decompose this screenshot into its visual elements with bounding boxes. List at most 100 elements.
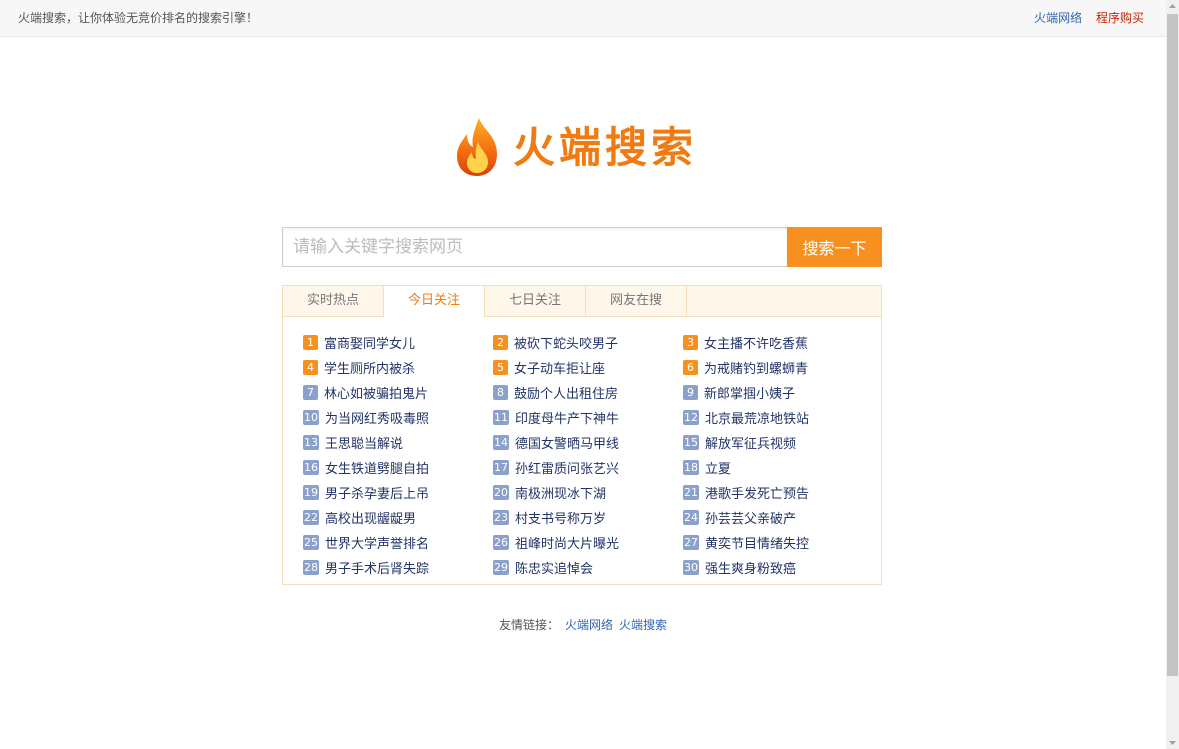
hot-item-label: 男子杀孕妻后上吊	[325, 487, 430, 502]
hot-list-item[interactable]: 4 学生厕所内被杀	[303, 355, 493, 380]
rank-badge: 2	[493, 335, 508, 350]
hot-list-item[interactable]: 2 被砍下蛇头咬男子	[493, 330, 683, 355]
rank-badge: 8	[493, 385, 508, 400]
hot-list-item[interactable]: 10 为当网红秀吸毒照	[303, 405, 493, 430]
hot-item-label: 南极洲现冰下湖	[515, 487, 607, 502]
rank-badge: 14	[493, 435, 509, 450]
rank-badge: 22	[303, 510, 319, 525]
hot-list-item[interactable]: 26 祖峰时尚大片曝光	[493, 530, 683, 555]
network-link[interactable]: 火端网络	[1034, 11, 1082, 25]
friend-links-label: 友情链接：	[498, 618, 559, 632]
hot-list-item[interactable]: 23 村支书号称万岁	[493, 505, 683, 530]
hot-list-item[interactable]: 14 德国女警晒马甲线	[493, 430, 683, 455]
hot-list-item[interactable]: 20 南极洲现冰下湖	[493, 480, 683, 505]
rank-badge: 4	[303, 360, 318, 375]
hot-item-label: 王思聪当解说	[325, 437, 404, 452]
hot-list-item[interactable]: 17 孙红雷质问张艺兴	[493, 455, 683, 480]
rank-badge: 20	[493, 485, 509, 500]
hot-list-item[interactable]: 22 高校出现龌龊男	[303, 505, 493, 530]
hot-item-label: 强生爽身粉致癌	[705, 562, 797, 577]
rank-badge: 27	[683, 535, 699, 550]
hot-item-label: 为戒赌钓到螺蛳青	[704, 362, 809, 377]
hot-list-item[interactable]: 5 女子动车拒让座	[493, 355, 683, 380]
hot-list-item[interactable]: 8 鼓励个人出租住房	[493, 380, 683, 405]
vertical-scrollbar[interactable]	[1166, 0, 1179, 749]
hot-list-item[interactable]: 24 孙芸芸父亲破产	[683, 505, 873, 530]
hot-item-label: 北京最荒凉地铁站	[705, 412, 810, 427]
hot-list-item[interactable]: 19 男子杀孕妻后上吊	[303, 480, 493, 505]
hot-item-label: 林心如被骗拍鬼片	[324, 387, 429, 402]
hot-list-item[interactable]: 6 为戒赌钓到螺蛳青	[683, 355, 873, 380]
tab-users-searching[interactable]: 网友在搜	[586, 286, 687, 316]
hot-item-label: 富商娶同学女儿	[324, 337, 416, 352]
rank-badge: 16	[303, 460, 319, 475]
hot-list-item[interactable]: 28 男子手术后肾失踪	[303, 555, 493, 580]
rank-badge: 26	[493, 535, 509, 550]
tab-seven-day-focus[interactable]: 七日关注	[485, 286, 586, 316]
rank-badge: 18	[683, 460, 699, 475]
site-tagline: 火端搜索，让你体验无竞价排名的搜索引擎！	[18, 11, 259, 25]
search-input[interactable]	[282, 227, 787, 267]
top-links: 火端网络 程序购买	[1024, 0, 1144, 36]
hot-list-item[interactable]: 27 黄奕节目情绪失控	[683, 530, 873, 555]
rank-badge: 1	[303, 335, 318, 350]
hot-item-label: 学生厕所内被杀	[324, 362, 416, 377]
hot-list-item[interactable]: 3 女主播不许吃香蕉	[683, 330, 873, 355]
rank-badge: 24	[683, 510, 699, 525]
hot-list-item[interactable]: 30 强生爽身粉致癌	[683, 555, 873, 580]
tab-today-focus[interactable]: 今日关注	[384, 286, 485, 317]
hot-list-item[interactable]: 15 解放军征兵视频	[683, 430, 873, 455]
hot-item-label: 港歌手发死亡预告	[705, 487, 810, 502]
flame-icon	[457, 118, 497, 176]
hot-item-label: 男子手术后肾失踪	[325, 562, 430, 577]
rank-badge: 15	[683, 435, 699, 450]
logo-text: 火端搜索	[513, 123, 698, 172]
rank-badge: 10	[303, 410, 319, 425]
hot-list-item[interactable]: 9 新郎掌掴小姨子	[683, 380, 873, 405]
hot-item-label: 女主播不许吃香蕉	[704, 337, 809, 352]
rank-badge: 17	[493, 460, 509, 475]
rank-badge: 29	[493, 560, 509, 575]
hot-list-item[interactable]: 29 陈忠实追悼会	[493, 555, 683, 580]
scroll-thumb[interactable]	[1167, 14, 1178, 676]
hot-item-label: 女生铁道劈腿自拍	[325, 462, 430, 477]
hot-item-label: 祖峰时尚大片曝光	[515, 537, 620, 552]
hot-item-label: 村支书号称万岁	[515, 512, 607, 527]
rank-badge: 13	[303, 435, 319, 450]
rank-badge: 7	[303, 385, 318, 400]
hot-item-label: 新郎掌掴小姨子	[704, 387, 796, 402]
buy-program-link[interactable]: 程序购买	[1096, 11, 1144, 25]
rank-badge: 12	[683, 410, 699, 425]
hot-list-item[interactable]: 7 林心如被骗拍鬼片	[303, 380, 493, 405]
tab-realtime-hot[interactable]: 实时热点	[283, 286, 384, 316]
rank-badge: 3	[683, 335, 698, 350]
search-button[interactable]: 搜索一下	[787, 227, 882, 267]
scroll-down-arrow-icon[interactable]	[1166, 737, 1179, 749]
tab-bar: 实时热点 今日关注 七日关注 网友在搜	[283, 286, 881, 317]
hot-list-item[interactable]: 18 立夏	[683, 455, 873, 480]
hot-item-label: 德国女警晒马甲线	[515, 437, 620, 452]
hot-list-item[interactable]: 1 富商娶同学女儿	[303, 330, 493, 355]
hot-item-label: 孙芸芸父亲破产	[705, 512, 797, 527]
hot-item-label: 解放军征兵视频	[705, 437, 797, 452]
hot-list-item[interactable]: 11 印度母牛产下神牛	[493, 405, 683, 430]
hot-item-label: 立夏	[705, 462, 732, 477]
rank-badge: 23	[493, 510, 509, 525]
hot-list-item[interactable]: 13 王思聪当解说	[303, 430, 493, 455]
rank-badge: 25	[303, 535, 319, 550]
hot-item-label: 陈忠实追悼会	[515, 562, 594, 577]
hot-list-item[interactable]: 25 世界大学声誉排名	[303, 530, 493, 555]
top-bar: 火端搜索，让你体验无竞价排名的搜索引擎！ 火端网络 程序购买	[0, 0, 1166, 37]
hot-list-item[interactable]: 12 北京最荒凉地铁站	[683, 405, 873, 430]
scroll-up-arrow-icon[interactable]	[1166, 0, 1179, 12]
hot-item-label: 高校出现龌龊男	[325, 512, 417, 527]
site-logo[interactable]: 火端搜索	[453, 116, 713, 178]
hot-item-label: 女子动车拒让座	[514, 362, 606, 377]
hot-item-label: 印度母牛产下神牛	[515, 412, 620, 427]
friend-link-search[interactable]: 火端搜索	[619, 618, 667, 632]
hot-list-item[interactable]: 16 女生铁道劈腿自拍	[303, 455, 493, 480]
rank-badge: 28	[303, 560, 319, 575]
friend-link-network[interactable]: 火端网络	[565, 618, 613, 632]
hot-item-label: 鼓励个人出租住房	[514, 387, 619, 402]
hot-list-item[interactable]: 21 港歌手发死亡预告	[683, 480, 873, 505]
